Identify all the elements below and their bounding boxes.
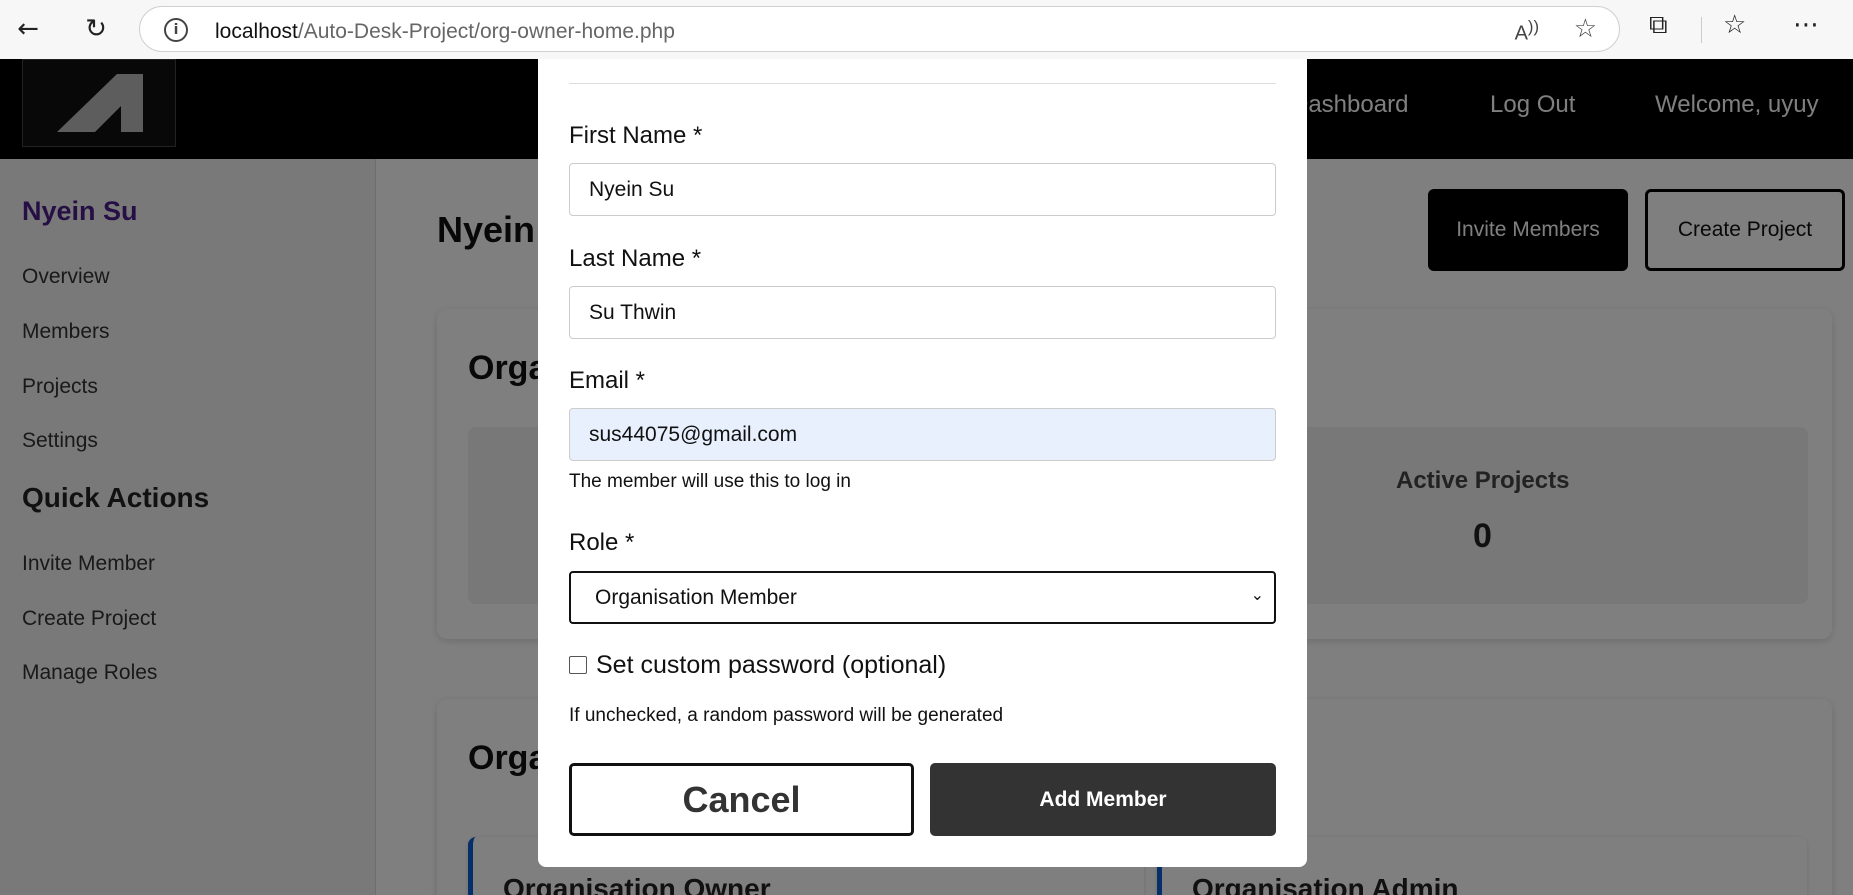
back-icon[interactable]: ← [8,10,48,48]
cancel-button[interactable]: Cancel [569,763,914,836]
add-member-button[interactable]: Add Member [930,763,1276,836]
email-label: Email * [569,367,646,394]
last-name-input[interactable] [569,286,1276,339]
chevron-down-icon: ⌄ [1250,585,1264,604]
address-bar[interactable]: i localhost/Auto-Desk-Project/org-owner-… [139,6,1620,52]
url-host: localhost [215,20,298,43]
first-name-input[interactable] [569,163,1276,216]
favorites-icon[interactable]: ☆ [1723,10,1746,40]
refresh-icon[interactable]: ↻ [76,10,116,48]
info-icon[interactable]: i [164,18,188,42]
toolbar-divider [1701,17,1702,43]
custom-password-label[interactable]: Set custom password (optional) [596,651,946,680]
url-text: localhost/Auto-Desk-Project/org-owner-ho… [215,20,675,44]
read-aloud-icon[interactable]: A)) [1515,17,1539,46]
password-help-text: If unchecked, a random password will be … [569,705,1004,726]
last-name-label: Last Name * [569,245,702,272]
role-select-value: Organisation Member [595,585,797,609]
url-path: /Auto-Desk-Project/org-owner-home.php [297,20,675,43]
extensions-icon[interactable]: ⧉ [1649,10,1668,41]
email-help-text: The member will use this to log in [569,471,851,492]
modal-divider [569,83,1276,84]
role-label: Role * [569,529,635,556]
favorite-star-icon[interactable]: ☆ [1574,14,1597,44]
email-input[interactable] [569,408,1276,461]
custom-password-checkbox[interactable] [569,656,587,674]
add-member-modal: First Name * Last Name * Email * The mem… [538,59,1307,867]
role-select[interactable]: Organisation Member ⌄ [569,571,1276,624]
more-menu-icon[interactable]: ⋯ [1793,10,1819,40]
browser-toolbar: ← ↻ i localhost/Auto-Desk-Project/org-ow… [0,0,1853,59]
first-name-label: First Name * [569,122,703,149]
